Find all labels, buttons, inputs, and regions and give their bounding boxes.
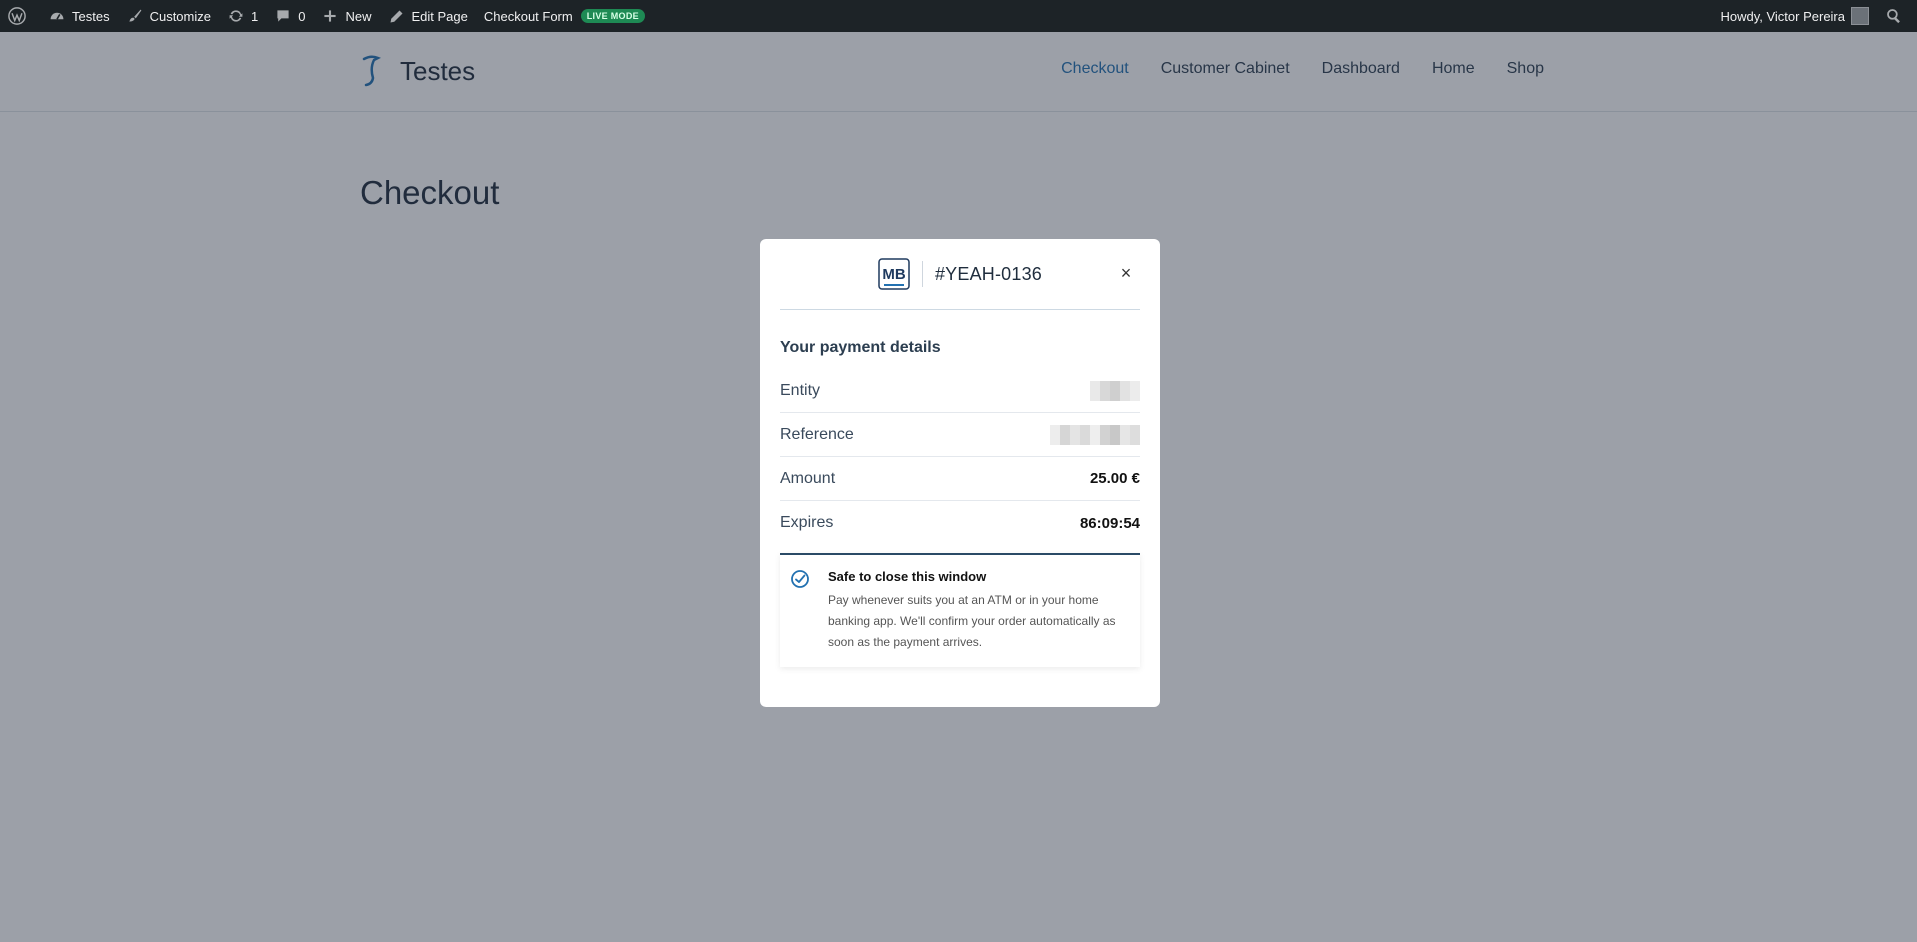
safe-to-close-notice: Safe to close this window Pay whenever s…: [780, 553, 1140, 667]
notice-body: Pay whenever suits you at an ATM or in y…: [828, 593, 1116, 649]
avatar: [1851, 7, 1869, 25]
brush-icon: [126, 7, 144, 25]
reference-label: Reference: [780, 425, 854, 443]
customize-link[interactable]: Customize: [118, 0, 219, 32]
comment-icon: [274, 7, 292, 25]
wordpress-menu[interactable]: [0, 0, 40, 32]
new-content-link[interactable]: New: [313, 0, 379, 32]
reference-row: Reference: [780, 413, 1140, 457]
search-icon: [1885, 7, 1903, 25]
payment-details-title: Your payment details: [780, 339, 941, 356]
wordpress-logo-icon: [8, 7, 26, 25]
reference-value-redacted: [1050, 424, 1140, 445]
expires-label: Expires: [780, 514, 834, 531]
customize-label: Customize: [149, 8, 211, 24]
notice-title: Safe to close this window: [828, 569, 987, 584]
comments-link[interactable]: 0: [266, 0, 313, 32]
close-button[interactable]: ×: [1116, 263, 1136, 283]
amount-row: Amount 25.00 €: [780, 457, 1140, 501]
plus-icon: [321, 7, 339, 25]
dashboard-icon: [48, 7, 66, 25]
header-divider: [921, 261, 923, 287]
amount-label: Amount: [780, 469, 836, 487]
amount-value: 25.00 €: [1089, 470, 1140, 487]
expires-value: 86:09:54: [1079, 514, 1140, 532]
site-name-label: Testes: [72, 8, 110, 24]
multibanco-logo: MB: [878, 258, 910, 290]
checkout-form-label: Checkout Form: [483, 8, 573, 24]
pencil-icon: [387, 7, 405, 25]
site-name-link[interactable]: Testes: [40, 0, 118, 32]
admin-search[interactable]: [1877, 0, 1917, 32]
svg-text:MB: MB: [882, 266, 905, 283]
payment-modal: MB #YEAH-0136 × Your payment details Ent…: [760, 239, 1160, 707]
checkout-form-link[interactable]: Checkout Form LIVE MODE: [476, 0, 653, 32]
admin-bar: Testes Customize 1 0 New Edit Page Check…: [0, 0, 1917, 32]
live-mode-badge: LIVE MODE: [580, 9, 645, 23]
modal-header: MB #YEAH-0136 ×: [780, 239, 1140, 310]
payment-details-list: Entity Reference Amount 25.00 € Expires …: [780, 369, 1140, 545]
close-icon: ×: [1120, 262, 1132, 283]
edit-page-label: Edit Page: [411, 8, 468, 24]
entity-value-redacted: [1090, 380, 1140, 401]
howdy-label: Howdy, Victor Pereira: [1720, 8, 1845, 24]
expires-row: Expires 86:09:54: [780, 501, 1140, 545]
refresh-icon: [227, 7, 245, 25]
entity-label: Entity: [780, 381, 821, 399]
entity-row: Entity: [780, 369, 1140, 413]
comments-count: 0: [298, 8, 306, 24]
new-label: New: [345, 8, 372, 24]
my-account-menu[interactable]: Howdy, Victor Pereira: [1712, 0, 1877, 32]
order-id: #YEAH-0136: [934, 263, 1043, 284]
updates-link[interactable]: 1: [219, 0, 266, 32]
updates-count: 1: [251, 8, 259, 24]
check-circle-icon: [791, 570, 809, 588]
edit-page-link[interactable]: Edit Page: [379, 0, 475, 32]
